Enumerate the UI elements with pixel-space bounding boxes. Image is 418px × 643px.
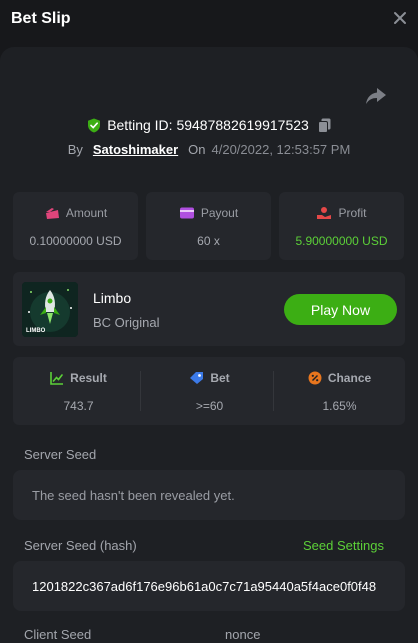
nonce-label: nonce [225, 627, 261, 642]
bet-tag-icon [190, 372, 204, 384]
chance-value: 1.65% [322, 399, 357, 413]
percent-icon [308, 371, 322, 385]
svg-text:LIMBO: LIMBO [26, 328, 46, 334]
share-icon [366, 88, 386, 104]
client-seed-label: Client Seed [24, 627, 92, 642]
game-subtitle: BC Original [93, 315, 160, 330]
result-label: Result [70, 371, 107, 385]
share-button[interactable] [364, 85, 388, 107]
bet-label: Bet [210, 371, 230, 385]
profit-card: Profit 5.90000000 USD [279, 192, 404, 260]
game-thumbnail[interactable]: LIMBO [22, 282, 78, 337]
game-name: Limbo [93, 290, 132, 306]
chance-column: Chance 1.65% [274, 357, 405, 425]
server-seed-field: The seed hasn't been revealed yet. [13, 470, 405, 520]
payout-value: 60 x [197, 234, 220, 248]
result-card: Result 743.7 Bet >=60 Chance 1.65% [13, 357, 405, 425]
betting-id: Betting ID: 59487882619917523 [107, 117, 309, 133]
server-hash-field[interactable]: 1201822c367ad6f176e96b61a0c7c71a95440a5f… [13, 561, 405, 611]
result-column: Result 743.7 [13, 357, 144, 425]
amount-card: Amount 0.10000000 USD [13, 192, 138, 260]
copy-icon [317, 118, 331, 133]
bet-date: 4/20/2022, 12:53:57 PM [211, 141, 351, 157]
on-label: On [188, 141, 206, 157]
verified-shield-icon [88, 118, 101, 132]
profit-hand-icon [317, 207, 332, 219]
divider [140, 371, 141, 411]
chart-up-icon [50, 372, 64, 385]
game-card: LIMBO Limbo BC Original Play Now [13, 272, 405, 346]
result-value: 743.7 [63, 399, 94, 413]
payout-label: Payout [200, 206, 239, 220]
by-label: By [67, 141, 83, 157]
seed-settings-link[interactable]: Seed Settings [303, 538, 384, 553]
header: Bet Slip [0, 0, 418, 38]
username-link[interactable]: Satoshimaker [93, 142, 178, 157]
amount-value: 0.10000000 USD [29, 234, 122, 248]
profit-label: Profit [338, 206, 367, 220]
close-icon [394, 12, 406, 24]
server-seed-label: Server Seed [24, 447, 97, 462]
amount-label: Amount [65, 206, 108, 220]
play-now-button[interactable]: Play Now [284, 294, 397, 325]
payout-card: Payout 60 x [146, 192, 271, 260]
bet-column: Bet >=60 [144, 357, 275, 425]
limbo-rocket-icon: LIMBO [22, 282, 78, 337]
bet-value: >=60 [195, 399, 224, 413]
money-bag-icon [45, 208, 59, 219]
copy-button[interactable] [317, 118, 331, 133]
close-button[interactable] [392, 10, 408, 26]
betting-id-row: Betting ID: 59487882619917523 [0, 114, 418, 136]
server-hash-label: Server Seed (hash) [24, 538, 137, 553]
by-row: By Satoshimaker On 4/20/2022, 12:53:57 P… [0, 140, 418, 158]
wallet-icon [179, 207, 194, 219]
profit-value: 5.90000000 USD [295, 234, 388, 248]
page-title: Bet Slip [11, 10, 71, 27]
chance-label: Chance [327, 371, 372, 385]
